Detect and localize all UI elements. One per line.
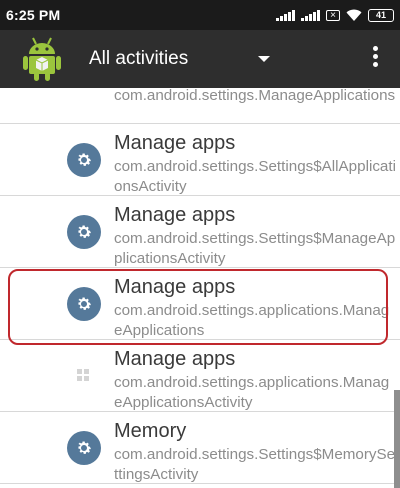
list-item[interactable]: Manage apps com.android.settings.applica… — [0, 340, 400, 412]
activity-label: Manage apps — [114, 204, 236, 226]
android-logo-icon — [23, 37, 61, 81]
list-item[interactable]: Manage apps com.android.settings.Setting… — [0, 196, 400, 268]
signal-icon — [276, 9, 295, 21]
status-bar: 6:25 PM × 41 — [0, 0, 400, 30]
activity-label: Memory — [114, 420, 187, 442]
wifi-icon — [346, 9, 362, 21]
gear-icon — [67, 143, 101, 177]
gear-icon — [67, 287, 101, 321]
activity-name: com.android.settings.ManageApplications — [114, 88, 396, 104]
list-item[interactable]: Memory com.android.settings.Settings$Mem… — [0, 412, 400, 484]
activity-name: com.android.settings.applications.Manage… — [114, 302, 390, 339]
overflow-menu-icon[interactable] — [368, 46, 382, 72]
battery-icon: 41 — [368, 8, 394, 22]
status-icons: × 41 — [276, 8, 394, 22]
activity-label: Manage apps — [114, 348, 236, 370]
gear-icon — [67, 431, 101, 465]
status-time: 6:25 PM — [6, 7, 61, 23]
activity-list: com.android.settings.ManageApplications … — [0, 88, 400, 488]
gear-icon — [67, 215, 101, 249]
grid-icon — [77, 369, 89, 381]
dropdown-arrow-icon[interactable] — [258, 56, 270, 62]
toolbar-title[interactable]: All activities — [89, 48, 188, 70]
list-item[interactable]: Manage apps com.android.settings.Setting… — [0, 124, 400, 196]
battery-level: 41 — [375, 9, 386, 20]
list-item[interactable]: com.android.settings.ManageApplications — [0, 88, 400, 124]
activity-name: com.android.settings.Settings$AllApplica… — [114, 158, 396, 195]
signal-2-icon — [301, 9, 320, 21]
activity-name: com.android.settings.Settings$ManageAppl… — [114, 230, 396, 267]
app-toolbar: All activities — [0, 30, 400, 88]
activity-name: com.android.settings.Settings$MemorySett… — [114, 446, 396, 483]
notification-icon: × — [326, 9, 340, 21]
activity-label: Manage apps — [114, 276, 236, 298]
scrollbar-thumb[interactable] — [394, 390, 400, 488]
activity-name: com.android.settings.applications.Manage… — [114, 374, 390, 411]
list-item[interactable]: Manage apps com.android.settings.applica… — [0, 268, 400, 340]
activity-label: Manage apps — [114, 132, 236, 154]
